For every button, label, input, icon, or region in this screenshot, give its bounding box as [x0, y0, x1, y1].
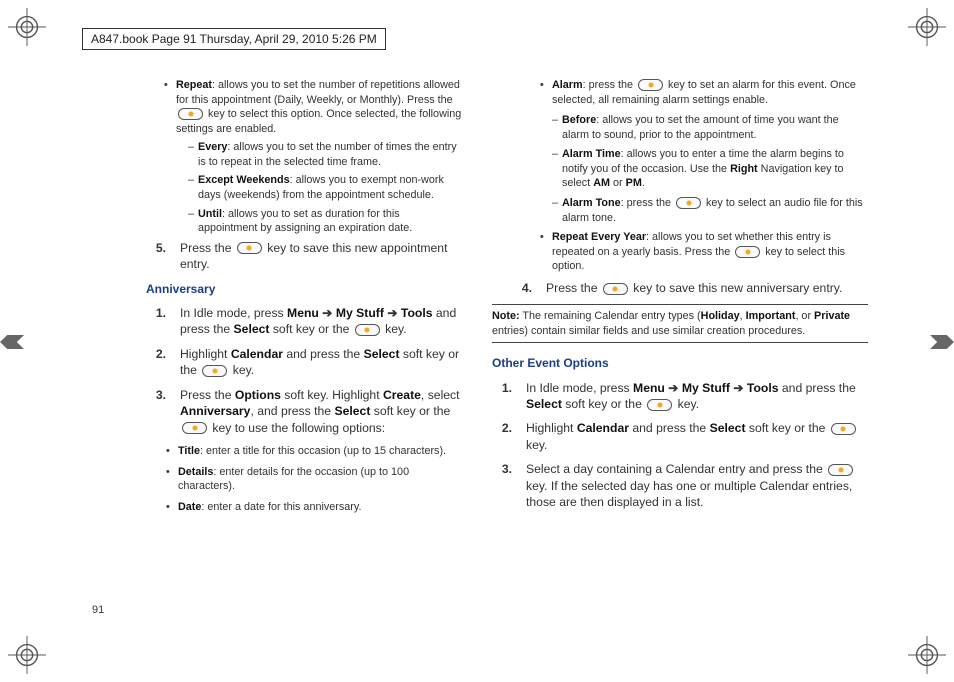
until-item: – Until: allows you to set as duration f…: [98, 207, 462, 236]
ok-key-icon: [603, 283, 628, 295]
exceptw-label: Except Weekends: [198, 174, 290, 186]
repeat-label: Repeat: [176, 79, 212, 91]
repeat-item: • Repeat: allows you to set the number o…: [86, 78, 462, 136]
ok-key-icon: [676, 197, 701, 209]
crop-mark-br: [908, 636, 946, 674]
before-item: – Before: allows you to set the amount o…: [552, 113, 868, 142]
ok-key-icon: [831, 423, 856, 435]
step-5: 5. Press the key to save this new appoin…: [126, 240, 462, 273]
alarm-tone-item: – Alarm Tone: press the key to select an…: [552, 196, 868, 225]
crop-mark-bl: [8, 636, 46, 674]
right-column: • Alarm: press the key to set an alarm f…: [492, 78, 868, 636]
other-step-2: 2. Highlight Calendar and press the Sele…: [492, 420, 868, 453]
date-item: • Date: enter a date for this anniversar…: [166, 500, 462, 515]
a2-num: 2.: [146, 346, 180, 379]
repeat-text1: : allows you to set the number of repeti…: [176, 79, 460, 106]
ok-key-icon: [178, 108, 203, 120]
ok-key-icon: [355, 324, 380, 336]
crop-mark-right: [930, 335, 954, 349]
other-step-3: 3. Select a day containing a Calendar en…: [492, 461, 868, 510]
step4-num: 4.: [512, 280, 546, 296]
every-text: : allows you to set the number of times …: [198, 141, 457, 168]
ok-key-icon: [647, 399, 672, 411]
repeat-text2: key to select this option. Once selected…: [176, 108, 461, 135]
anniv-step-3: 3. Press the Options soft key. Highlight…: [146, 387, 462, 436]
note-box: Note: The remaining Calendar entry types…: [492, 304, 868, 343]
crop-mark-tr: [908, 8, 946, 46]
anniv-step-1: 1. In Idle mode, press Menu ➔ My Stuff ➔…: [146, 305, 462, 338]
left-column: • Repeat: allows you to set the number o…: [86, 78, 462, 636]
ok-key-icon: [638, 79, 663, 91]
page-header: A847.book Page 91 Thursday, April 29, 20…: [82, 28, 386, 50]
anniversary-heading: Anniversary: [146, 281, 462, 297]
alarm-item: • Alarm: press the key to set an alarm f…: [540, 78, 868, 107]
ok-key-icon: [202, 365, 227, 377]
ok-key-icon: [735, 246, 760, 258]
step-4: 4. Press the key to save this new annive…: [512, 280, 868, 296]
repeat-every-year-item: • Repeat Every Year: allows you to set w…: [540, 230, 868, 274]
page-content: • Repeat: allows you to set the number o…: [86, 78, 868, 636]
crop-mark-tl: [8, 8, 46, 46]
until-text: : allows you to set as duration for this…: [198, 208, 412, 235]
step5-num: 5.: [146, 240, 180, 273]
until-label: Until: [198, 208, 222, 220]
crop-mark-left: [0, 335, 24, 349]
except-weekends-item: – Except Weekends: allows you to exempt …: [98, 173, 462, 202]
ok-key-icon: [182, 422, 207, 434]
ok-key-icon: [828, 464, 853, 476]
page-number: 91: [92, 604, 104, 616]
every-label: Every: [198, 141, 227, 153]
alarm-time-item: – Alarm Time: allows you to enter a time…: [552, 147, 868, 191]
details-item: • Details: enter details for the occasio…: [166, 465, 462, 494]
other-event-heading: Other Event Options: [492, 355, 868, 371]
anniv-step-2: 2. Highlight Calendar and press the Sele…: [146, 346, 462, 379]
step5-pre: Press the: [180, 241, 235, 255]
ok-key-icon: [237, 242, 262, 254]
every-item: – Every: allows you to set the number of…: [98, 140, 462, 169]
other-step-1: 1. In Idle mode, press Menu ➔ My Stuff ➔…: [492, 380, 868, 413]
title-item: • Title: enter a title for this occasion…: [166, 444, 462, 459]
a1-num: 1.: [146, 305, 180, 338]
a3-num: 3.: [146, 387, 180, 436]
